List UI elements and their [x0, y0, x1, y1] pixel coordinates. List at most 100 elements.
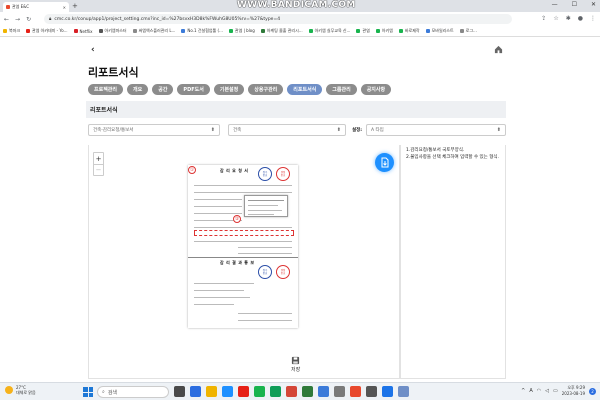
- bookmark-item[interactable]: 북마크: [3, 28, 20, 34]
- document-rule: [194, 227, 292, 228]
- forward-arrow-icon[interactable]: →: [15, 16, 20, 23]
- language-indicator[interactable]: A: [529, 388, 532, 394]
- minimize-icon[interactable]: —: [552, 1, 558, 8]
- lock-icon: 🔒︎: [49, 17, 52, 22]
- bookmark-label: 아키엠 실무교육 신...: [314, 28, 351, 33]
- bookmark-item[interactable]: 아케팅 졸출 관리시...: [260, 28, 303, 34]
- bookmark-item[interactable]: Netflix: [73, 29, 93, 34]
- app-page: ‹ 리포트서식 프로젝관리 개요 공간 PDF도서 기본설정 상용구관리 리포트서식 그룹관리…: [0, 37, 600, 382]
- tab-5[interactable]: 기본설정: [213, 84, 245, 95]
- discipline-select[interactable]: 건축 ⬍: [228, 124, 346, 136]
- weather-widget[interactable]: 27°C 대체로 맑음: [5, 385, 36, 395]
- report-notes-panel: 1.감리요청/통보서 국토부양식. 2.불임사항을 선택 체크하여 입력할 수 있…: [400, 145, 506, 379]
- chevron-down-icon: ⬍: [336, 127, 341, 133]
- type-select[interactable]: A 타입 ⬍: [366, 124, 506, 136]
- home-icon[interactable]: [494, 45, 503, 57]
- taskbar-app-icon[interactable]: [350, 386, 361, 397]
- extensions-icon[interactable]: ✱: [566, 15, 571, 22]
- section-header: 리포트서식: [86, 101, 506, 118]
- document-rule: [194, 213, 242, 214]
- share-icon[interactable]: ⇪: [541, 15, 546, 22]
- bookmark-item[interactable]: 써엠엑스플러관리 L...: [132, 28, 175, 34]
- tab-4[interactable]: PDF도서: [177, 84, 210, 95]
- download-document-button[interactable]: [375, 153, 394, 172]
- document-rule: [238, 313, 292, 314]
- tray-chevron-icon[interactable]: ^: [521, 388, 525, 394]
- taskbar-app-icon[interactable]: [398, 386, 409, 397]
- volume-icon[interactable]: ◁: [545, 388, 549, 394]
- tab-2[interactable]: 개요: [127, 84, 149, 95]
- close-tab-icon[interactable]: ✕: [63, 5, 66, 10]
- bookmark-item[interactable]: No.1 건설협업툴 (...: [181, 28, 223, 34]
- reload-icon[interactable]: ↻: [26, 16, 31, 23]
- document-rule: [194, 241, 292, 242]
- bookmark-favicon-icon: [459, 29, 464, 33]
- bookmark-item[interactable]: 모바일리스트: [425, 28, 454, 34]
- close-window-icon[interactable]: ✕: [591, 1, 596, 8]
- taskbar-app-icon[interactable]: [222, 386, 233, 397]
- taskbar-app-icon[interactable]: [318, 386, 329, 397]
- zoom-in-button[interactable]: +: [94, 153, 103, 164]
- bookmark-favicon-icon: [181, 29, 186, 33]
- wifi-icon[interactable]: ◠: [537, 388, 541, 394]
- stamp-receipt-bottom: 접수 번호: [258, 265, 272, 279]
- notification-badge[interactable]: 2: [589, 387, 596, 395]
- clock[interactable]: 오후 9:29 2023-08-19: [562, 385, 585, 397]
- windows-start-icon[interactable]: [83, 387, 93, 397]
- browser-tab-title: 관엽 E&C: [12, 4, 30, 9]
- taskbar-apps: [174, 386, 409, 397]
- browser-tab[interactable]: 관엽 E&C ✕: [3, 2, 69, 12]
- chevron-down-icon: ⬍: [210, 127, 215, 133]
- category-select[interactable]: 건축-감리요청/통보서 ⬍: [88, 124, 220, 136]
- document-title-top: 감 리 요 청 서: [220, 168, 249, 173]
- maximize-icon[interactable]: ☐: [572, 1, 577, 8]
- tab-1[interactable]: 프로젝관리: [88, 84, 124, 95]
- bookmark-favicon-icon: [308, 29, 313, 33]
- settings-tabs: 프로젝관리 개요 공간 PDF도서 기본설정 상용구관리 리포트서식 그룹관리 공지사항: [88, 84, 392, 95]
- tab-9[interactable]: 공지사항: [360, 84, 392, 95]
- sun-icon: [5, 386, 13, 394]
- taskbar-app-icon[interactable]: [174, 386, 185, 397]
- taskbar-app-icon[interactable]: [206, 386, 217, 397]
- bookmark-item[interactable]: 관엽 아카데미 - Yo...: [26, 28, 68, 34]
- bookmark-item[interactable]: 바로제작: [398, 28, 420, 34]
- taskbar-search[interactable]: ⌕ 검색: [97, 386, 169, 398]
- taskbar-app-icon[interactable]: [302, 386, 313, 397]
- bookmark-item[interactable]: 로그...: [459, 28, 477, 34]
- profile-icon[interactable]: ●: [578, 15, 583, 22]
- taskbar-app-icon[interactable]: [190, 386, 201, 397]
- taskbar-app-icon[interactable]: [366, 386, 377, 397]
- bookmark-label: 모바일리스트: [431, 28, 454, 33]
- menu-icon[interactable]: ⋮: [590, 15, 596, 22]
- zoom-out-button[interactable]: −: [94, 164, 103, 175]
- stamp-text: 번호: [280, 272, 286, 275]
- save-button[interactable]: 저장: [291, 356, 300, 373]
- back-icon[interactable]: ‹: [91, 45, 95, 55]
- taskbar-app-icon[interactable]: [254, 386, 265, 397]
- tab-6[interactable]: 상용구관리: [248, 84, 284, 95]
- bookmark-favicon-icon: [425, 29, 430, 33]
- bookmark-item[interactable]: 관엽: [356, 28, 370, 34]
- bookmark-item[interactable]: 아키엠: [375, 28, 393, 34]
- bookmark-item[interactable]: 아키엠마스터: [98, 28, 127, 34]
- back-arrow-icon[interactable]: ←: [4, 16, 9, 23]
- taskbar-app-icon[interactable]: [238, 386, 249, 397]
- bookmark-item[interactable]: 아키엠 실무교육 신...: [308, 28, 351, 34]
- search-icon: ⌕: [102, 389, 105, 395]
- new-tab-icon[interactable]: +: [72, 2, 78, 10]
- chevron-down-icon: ⬍: [496, 127, 501, 133]
- taskbar-app-icon[interactable]: [270, 386, 281, 397]
- taskbar-app-icon[interactable]: [334, 386, 345, 397]
- taskbar-app-icon[interactable]: [382, 386, 393, 397]
- taskbar-app-icon[interactable]: [286, 386, 297, 397]
- bookmark-item[interactable]: 관엽 | blog: [228, 28, 255, 34]
- tab-8[interactable]: 그룹관리: [326, 84, 357, 95]
- address-bar-actions: ⇪ ☆ ✱ ● ⋮: [541, 15, 596, 22]
- bookmark-star-icon[interactable]: ☆: [553, 15, 558, 22]
- tab-7[interactable]: 리포트서식: [287, 84, 323, 95]
- popup-line: [248, 214, 274, 215]
- bookmark-favicon-icon: [3, 29, 7, 33]
- url-bar[interactable]: 🔒︎ cmc.co.kr/conup/app1/project_setting.…: [44, 14, 512, 24]
- tab-3[interactable]: 공간: [152, 84, 174, 95]
- battery-icon[interactable]: ▭: [553, 388, 558, 394]
